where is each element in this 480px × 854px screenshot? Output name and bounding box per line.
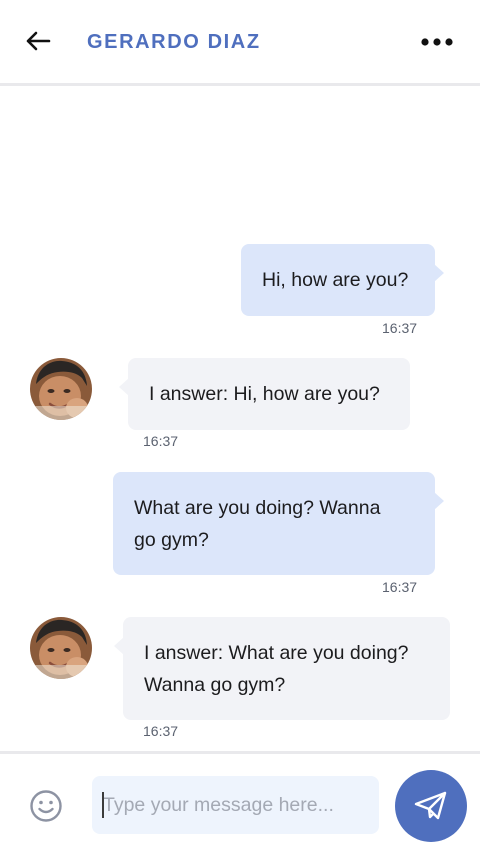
avatar[interactable] bbox=[30, 617, 92, 679]
message-bubble-outgoing: What are you doing? Wanna go gym? bbox=[113, 472, 444, 575]
message-text: Hi, how are you? bbox=[262, 269, 409, 291]
message-list[interactable]: Hi, how are you? 16:37 I answer: Hi, how… bbox=[0, 89, 480, 751]
message-timestamp: 16:37 bbox=[382, 579, 418, 595]
chat-header: GERARDO DIAZ bbox=[0, 0, 480, 86]
back-button[interactable] bbox=[22, 27, 54, 55]
contact-photo bbox=[30, 358, 92, 420]
smiley-icon bbox=[30, 790, 62, 822]
text-caret bbox=[102, 792, 104, 818]
contact-photo bbox=[30, 617, 92, 679]
send-button[interactable] bbox=[395, 770, 467, 842]
message-composer bbox=[0, 751, 480, 854]
message-bubble-incoming: I answer: Hi, how are you? bbox=[119, 358, 410, 430]
message-bubble-outgoing: Hi, how are you? bbox=[241, 244, 444, 316]
message-bubble-incoming: I answer: What are you doing? Wanna go g… bbox=[114, 617, 450, 720]
message-text: What are you doing? Wanna bbox=[134, 497, 381, 519]
emoji-button[interactable] bbox=[28, 788, 64, 824]
more-horizontal-icon bbox=[421, 38, 453, 46]
message-text: I answer: What are you doing? bbox=[144, 642, 409, 664]
more-options-button[interactable] bbox=[418, 28, 456, 56]
message-timestamp: 16:37 bbox=[143, 433, 179, 449]
message-text: I answer: Hi, how are you? bbox=[149, 383, 380, 405]
message-timestamp: 16:37 bbox=[143, 723, 179, 739]
paper-plane-icon bbox=[414, 791, 447, 820]
message-input[interactable] bbox=[92, 776, 379, 834]
message-text: go gym? bbox=[134, 529, 209, 551]
message-timestamp: 16:37 bbox=[382, 320, 418, 336]
arrow-left-icon bbox=[26, 31, 51, 51]
message-text: Wanna go gym? bbox=[144, 674, 286, 696]
contact-name: GERARDO DIAZ bbox=[87, 31, 261, 53]
avatar[interactable] bbox=[30, 358, 92, 420]
